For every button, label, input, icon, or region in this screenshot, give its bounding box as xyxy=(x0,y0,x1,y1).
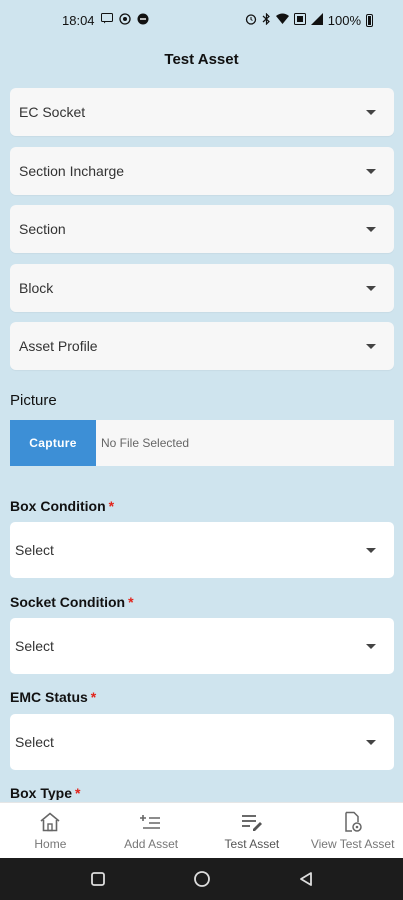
capture-button[interactable]: Capture xyxy=(10,420,96,466)
field-label: Socket Condition xyxy=(10,594,126,610)
recents-button[interactable] xyxy=(89,870,107,888)
form-content[interactable]: EC Socket Section Incharge Section Block… xyxy=(10,78,394,800)
socket-condition-select[interactable]: Select xyxy=(10,618,394,674)
required-mark: * xyxy=(74,785,81,800)
socket-condition-label: Socket Condition * xyxy=(10,594,134,610)
dropdown-label: EC Socket xyxy=(19,104,86,120)
caret-down-icon xyxy=(366,547,376,553)
nav-home[interactable]: Home xyxy=(0,803,101,858)
system-nav-bar xyxy=(0,858,403,900)
emc-status-label: EMC Status * xyxy=(10,689,96,705)
dropdown-label: Asset Profile xyxy=(19,338,98,354)
box-condition-label: Box Condition * xyxy=(10,498,114,514)
nav-add-asset[interactable]: Add Asset xyxy=(101,803,202,858)
select-value: Select xyxy=(15,734,54,750)
picture-input: Capture No File Selected xyxy=(10,420,394,466)
alarm-icon xyxy=(245,13,257,28)
picture-label: Picture xyxy=(10,392,57,409)
field-label: Box Type xyxy=(10,785,72,800)
home-icon xyxy=(38,811,62,833)
ec-socket-dropdown[interactable]: EC Socket xyxy=(10,88,394,136)
caret-down-icon xyxy=(366,739,376,745)
nav-label: Add Asset xyxy=(124,836,179,851)
nav-label: Home xyxy=(34,836,67,851)
field-label: Box Condition xyxy=(10,498,106,514)
back-button[interactable] xyxy=(297,870,315,888)
status-left: 18:04 xyxy=(62,13,149,28)
edit-list-icon xyxy=(240,811,264,833)
dropdown-label: Section Incharge xyxy=(19,163,125,179)
status-bar: 18:04 100% xyxy=(0,0,403,40)
nfc-icon xyxy=(293,12,306,28)
wifi-icon xyxy=(275,13,289,27)
signal-icon xyxy=(310,12,323,28)
status-right: 100% xyxy=(245,12,373,28)
battery-percent: 100% xyxy=(327,12,361,28)
required-mark: * xyxy=(90,689,97,705)
bottom-nav: Home Add Asset Test Asset View Test Asse… xyxy=(0,802,403,858)
asset-profile-dropdown[interactable]: Asset Profile xyxy=(10,322,394,370)
add-list-icon xyxy=(139,811,163,833)
section-incharge-dropdown[interactable]: Section Incharge xyxy=(10,147,394,195)
nav-view-test-asset[interactable]: View Test Asset xyxy=(302,803,403,858)
view-document-icon xyxy=(341,811,365,833)
status-time: 18:04 xyxy=(62,12,95,28)
notification-icon xyxy=(137,13,149,28)
box-type-label: Box Type * xyxy=(10,785,80,800)
battery-icon xyxy=(366,13,373,27)
dropdown-label: Section xyxy=(19,221,66,237)
dropdown-label: Block xyxy=(19,280,54,296)
section-dropdown[interactable]: Section xyxy=(10,205,394,253)
message-icon xyxy=(100,13,113,27)
emc-status-select[interactable]: Select xyxy=(10,714,394,770)
block-dropdown[interactable]: Block xyxy=(10,264,394,312)
caret-down-icon xyxy=(366,285,376,291)
caret-down-icon xyxy=(366,168,376,174)
bluetooth-icon xyxy=(262,12,271,28)
caret-down-icon xyxy=(366,109,376,115)
select-value: Select xyxy=(15,638,54,654)
home-button[interactable] xyxy=(193,870,211,888)
select-value: Select xyxy=(15,542,54,558)
field-label: EMC Status xyxy=(10,689,88,705)
page-title: Test Asset xyxy=(164,50,239,68)
nav-label: View Test Asset xyxy=(310,836,395,851)
file-status: No File Selected xyxy=(101,436,190,450)
nav-label: Test Asset xyxy=(224,836,280,851)
nav-test-asset[interactable]: Test Asset xyxy=(202,803,303,858)
required-mark: * xyxy=(108,498,115,514)
caret-down-icon xyxy=(366,226,376,232)
required-mark: * xyxy=(128,594,134,610)
box-condition-select[interactable]: Select xyxy=(10,522,394,578)
app-header: Test Asset xyxy=(0,40,403,78)
whatsapp-icon xyxy=(118,12,131,28)
caret-down-icon xyxy=(366,643,376,649)
caret-down-icon xyxy=(366,343,376,349)
